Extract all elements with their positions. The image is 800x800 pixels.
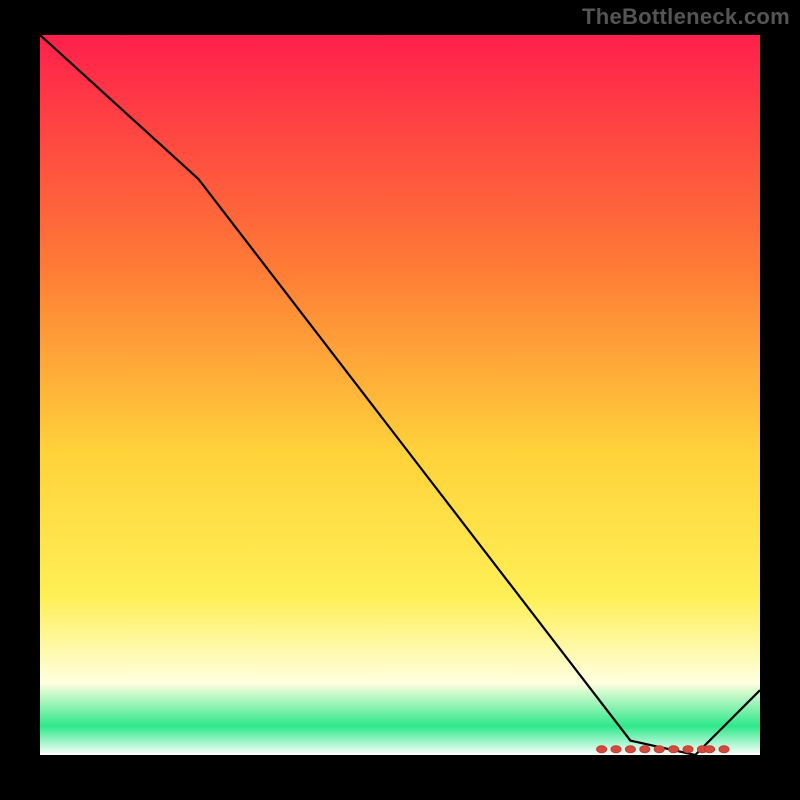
plot-area bbox=[40, 35, 760, 755]
optimal-marker bbox=[719, 746, 729, 753]
optimal-marker bbox=[625, 746, 635, 753]
optimal-marker bbox=[683, 746, 693, 753]
optimal-marker bbox=[654, 746, 664, 753]
attribution-label: TheBottleneck.com bbox=[582, 4, 790, 30]
plot-svg bbox=[40, 35, 760, 755]
optimal-marker bbox=[640, 746, 650, 753]
optimal-marker bbox=[611, 746, 621, 753]
chart-frame: TheBottleneck.com bbox=[0, 0, 800, 800]
optimal-band-markers bbox=[597, 746, 729, 753]
optimal-marker bbox=[705, 746, 715, 753]
gradient-background bbox=[40, 35, 760, 755]
optimal-marker bbox=[669, 746, 679, 753]
optimal-marker bbox=[597, 746, 607, 753]
